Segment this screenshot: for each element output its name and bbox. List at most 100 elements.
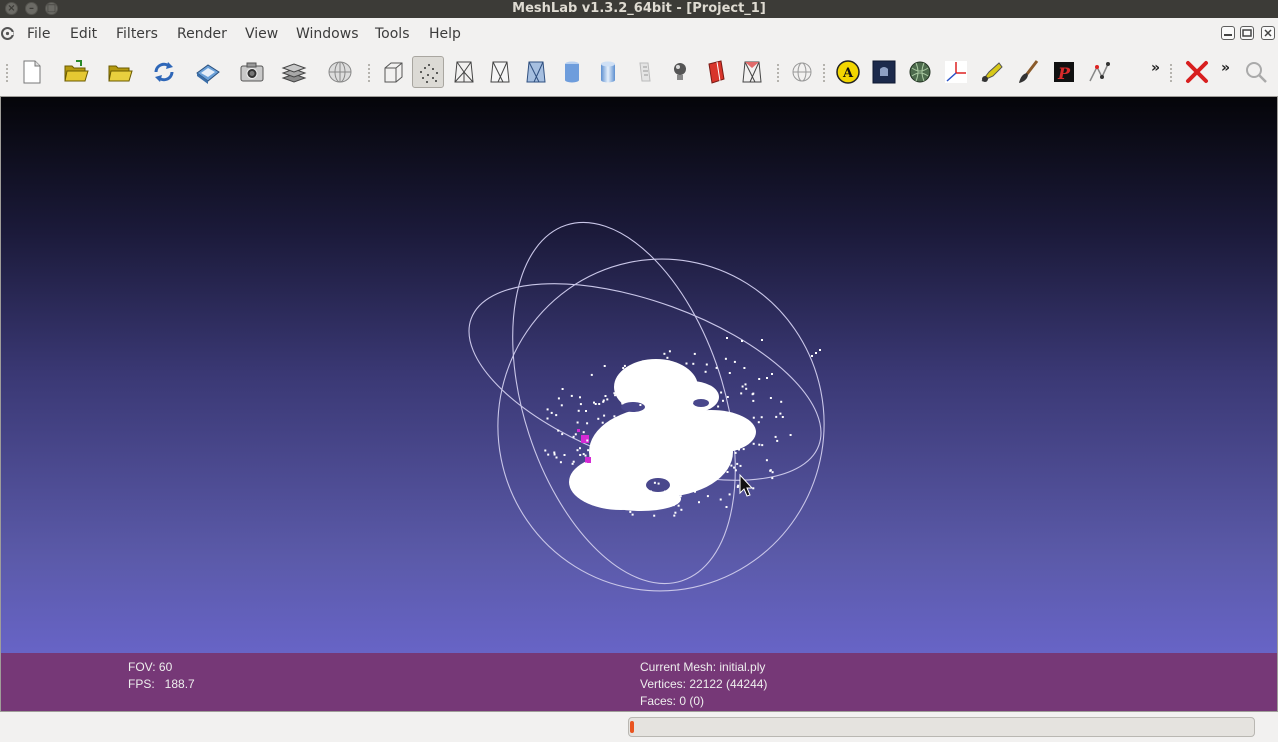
cloud-point <box>576 449 579 452</box>
menu-tools[interactable]: Tools <box>375 26 410 42</box>
cloud-point <box>617 439 620 442</box>
cloud-point <box>594 451 597 454</box>
texture-map-button[interactable] <box>904 56 936 88</box>
menu-edit[interactable]: Edit <box>70 26 97 42</box>
menu-windows[interactable]: Windows <box>296 26 359 42</box>
mdi-restore-button[interactable] <box>1240 26 1254 40</box>
pick-points-button[interactable] <box>976 56 1008 88</box>
cloud-point <box>733 466 736 469</box>
3d-viewport[interactable]: FOV: 60 FPS: 188.7 Current Mesh: initial… <box>0 96 1278 712</box>
toolbar-grip[interactable] <box>6 64 9 82</box>
selected-faces-button[interactable] <box>736 56 768 88</box>
minimize-icon <box>1224 34 1232 36</box>
hidden-lines-button[interactable] <box>484 56 516 88</box>
cloud-point <box>749 432 752 434</box>
cloud-point <box>649 490 652 493</box>
trackball-button[interactable] <box>786 56 818 88</box>
toolbar-overflow-chevron[interactable]: » <box>1151 60 1160 76</box>
menu-filters[interactable]: Filters <box>116 26 158 42</box>
menu-render[interactable]: Render <box>177 26 227 42</box>
mdi-close-button[interactable] <box>1261 26 1275 40</box>
cloud-point <box>668 350 671 353</box>
cloud-point <box>579 488 582 491</box>
cloud-point <box>709 449 712 452</box>
search-icon <box>1246 62 1267 83</box>
cloud-point <box>652 505 654 508</box>
cloud-point <box>618 459 621 462</box>
smooth-shading-button[interactable] <box>592 56 624 88</box>
cloud-point <box>724 456 727 459</box>
cloud-point <box>605 432 608 435</box>
cloud-point <box>752 399 755 402</box>
import-mesh-button[interactable] <box>104 56 136 88</box>
light-button[interactable] <box>664 56 696 88</box>
wireframe-button[interactable] <box>448 56 480 88</box>
cloud-point <box>547 453 550 456</box>
menu-file[interactable]: File <box>27 26 50 42</box>
points-render-button[interactable] <box>412 56 444 88</box>
texture-button[interactable] <box>628 56 660 88</box>
bounding-box-button[interactable] <box>377 56 409 88</box>
cloud-point <box>758 443 761 446</box>
cloud-point <box>698 501 700 504</box>
cloud-point <box>629 510 632 513</box>
cloud-point <box>692 362 695 365</box>
cloud-point <box>574 433 577 436</box>
cloud-point <box>621 402 624 405</box>
menu-view[interactable]: View <box>245 26 278 42</box>
raster-layer-button[interactable] <box>868 56 900 88</box>
selected-faces-icon <box>742 61 762 83</box>
open-project-icon <box>64 60 89 82</box>
flat-shading-button[interactable] <box>556 56 588 88</box>
backface-button[interactable] <box>700 56 732 88</box>
cloud-point <box>742 448 745 451</box>
main-toolbar: A P » » <box>0 50 1278 96</box>
toolbar-grip[interactable] <box>1170 64 1173 82</box>
raster-button[interactable] <box>324 56 356 88</box>
cloud-point <box>760 416 763 419</box>
delete-icon <box>1186 61 1208 83</box>
layers-button[interactable] <box>278 56 310 88</box>
toolbar-grip[interactable] <box>823 64 826 82</box>
cloud-point <box>753 432 756 435</box>
open-project-button[interactable] <box>60 56 92 88</box>
cloud-point <box>604 395 607 397</box>
align-button[interactable] <box>1084 56 1116 88</box>
delete-button[interactable] <box>1181 56 1213 88</box>
cloud-point <box>634 440 637 443</box>
toolbar-grip[interactable] <box>777 64 780 82</box>
cloud-point <box>637 432 640 435</box>
annotation-button[interactable]: A <box>832 56 864 88</box>
flat-lines-button[interactable] <box>520 56 552 88</box>
new-empty-project-button[interactable] <box>16 56 48 88</box>
cloud-point <box>612 459 615 462</box>
save-snapshot-button[interactable] <box>192 56 224 88</box>
menu-help[interactable]: Help <box>429 26 461 42</box>
cloud-point <box>726 337 728 339</box>
cloud-point <box>666 474 669 476</box>
annotation-icon: A <box>836 60 860 84</box>
mdi-minimize-button[interactable] <box>1221 26 1235 40</box>
cloud-point <box>728 372 731 374</box>
cloud-point <box>678 498 681 501</box>
cloud-point <box>685 362 688 365</box>
cloud-point <box>627 413 629 416</box>
cloud-point <box>719 436 722 439</box>
cloud-point <box>561 388 564 390</box>
measure-button[interactable] <box>940 56 972 88</box>
reload-button[interactable] <box>148 56 180 88</box>
cloud-point <box>627 433 630 436</box>
cloud-point <box>678 420 681 423</box>
toolbar-overflow-chevron[interactable]: » <box>1221 60 1230 76</box>
cloud-point <box>667 410 670 413</box>
cloud-point <box>632 448 635 450</box>
cloud-point <box>602 400 605 403</box>
pdf-export-button[interactable]: P <box>1048 56 1080 88</box>
paint-brush-button[interactable] <box>1012 56 1044 88</box>
toolbar-grip[interactable] <box>368 64 371 82</box>
cloud-point <box>563 454 566 456</box>
search-button[interactable] <box>1240 56 1272 88</box>
snapshot-button[interactable] <box>236 56 268 88</box>
wireframe-icon <box>454 61 474 83</box>
cloud-point <box>553 453 556 456</box>
